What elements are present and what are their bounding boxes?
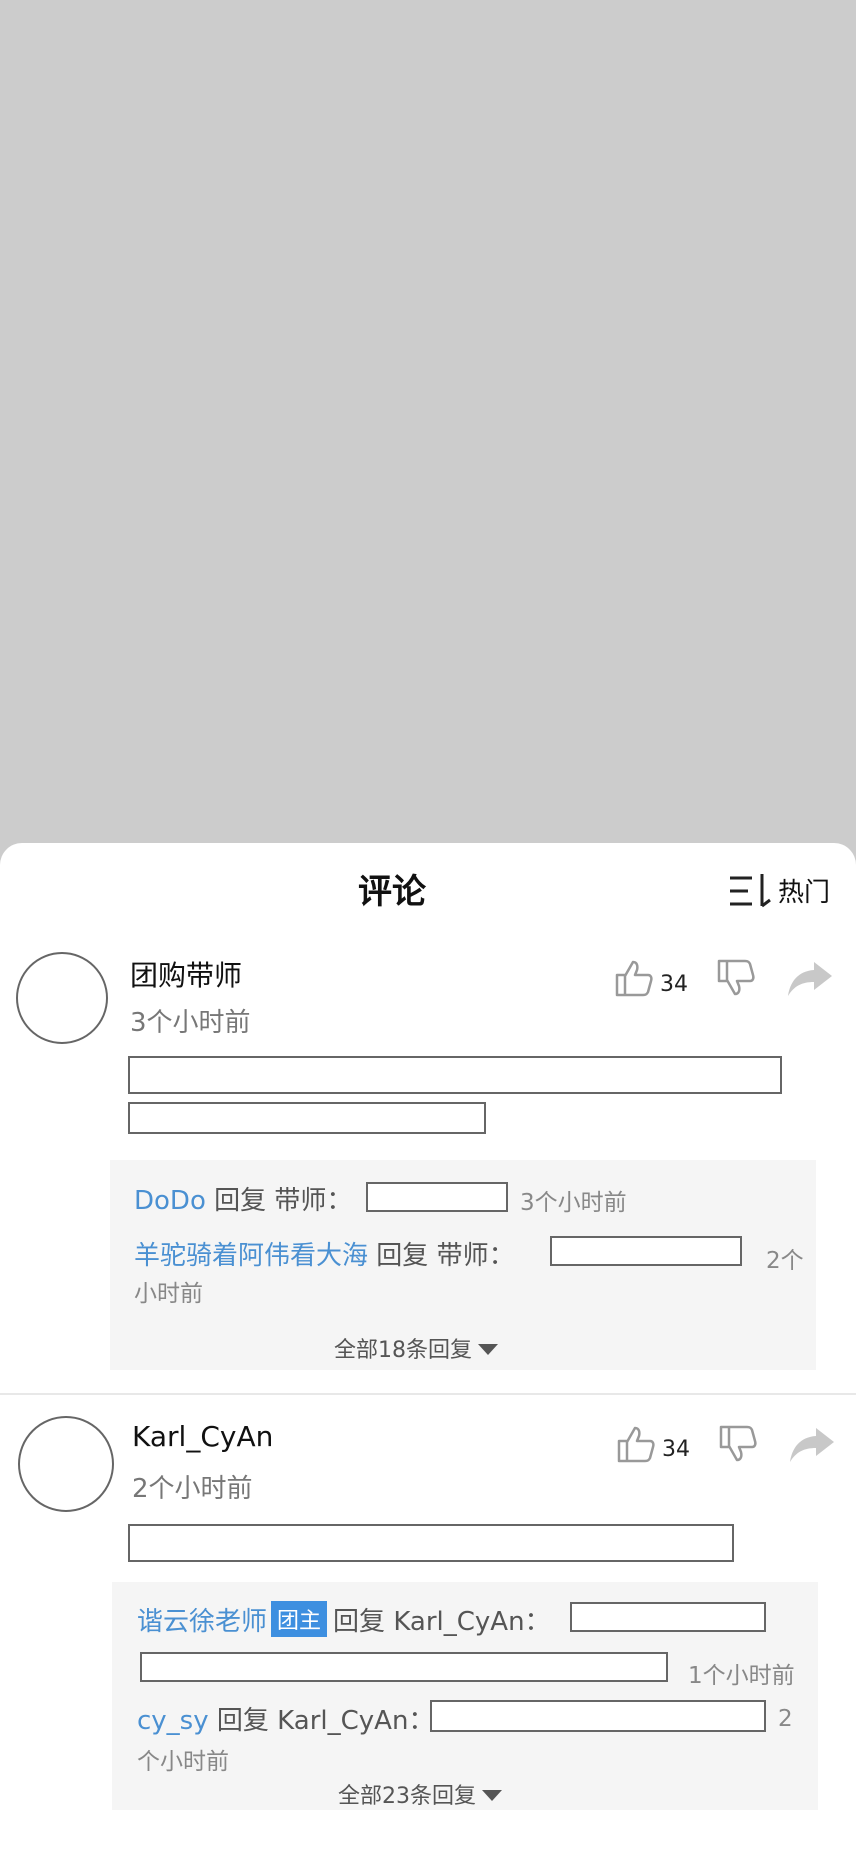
reply-verb: 回复 — [376, 1241, 429, 1271]
sort-hot-label[interactable]: 热门 — [778, 872, 830, 909]
reply-line: 谐云徐老师 团主 回复 Karl_CyAn： — [137, 1601, 551, 1638]
view-all-replies-button[interactable]: 全部18条回复 — [334, 1332, 498, 1364]
reply-verb: 回复 — [216, 1706, 269, 1736]
reply-content-placeholder — [140, 1652, 668, 1682]
reply-content-placeholder — [550, 1236, 742, 1266]
reply-author[interactable]: 羊驼骑着阿伟看大海 — [134, 1241, 368, 1271]
comments-title: 评论 — [358, 872, 426, 912]
comment-divider — [0, 1393, 856, 1395]
sort-icon[interactable] — [728, 872, 772, 910]
reply-time: 个小时前 — [137, 1749, 229, 1775]
caret-down-icon — [478, 1344, 498, 1355]
reply-line: 羊驼骑着阿伟看大海 回复 带师： — [134, 1235, 515, 1272]
reply-target[interactable]: Karl_CyAn： — [277, 1706, 434, 1736]
avatar[interactable] — [18, 1416, 114, 1512]
comment-username[interactable]: Karl_CyAn — [132, 1420, 273, 1453]
reply-content-placeholder — [366, 1182, 508, 1212]
reply-time: 1个小时前 — [688, 1663, 795, 1689]
thumbs-up-icon[interactable] — [614, 958, 654, 998]
caret-down-icon — [482, 1790, 502, 1801]
comment-username[interactable]: 团购带师 — [130, 954, 242, 994]
group-owner-badge: 团主 — [271, 1601, 328, 1637]
reply-author[interactable]: 谐云徐老师 — [137, 1607, 267, 1637]
reply-verb: 回复 — [214, 1186, 267, 1216]
reply-time: 2个 — [766, 1248, 804, 1274]
comment-content-placeholder — [128, 1056, 782, 1094]
reply-target[interactable]: 带师： — [274, 1186, 352, 1216]
avatar[interactable] — [16, 952, 108, 1044]
comment-time: 3个小时前 — [130, 1008, 251, 1038]
reply-target[interactable]: Karl_CyAn： — [393, 1607, 550, 1637]
reply-time: 2 — [778, 1706, 793, 1732]
thumbs-down-icon[interactable] — [716, 958, 756, 998]
share-icon[interactable] — [786, 958, 834, 998]
reply-author[interactable]: cy_sy — [137, 1706, 209, 1736]
reply-author[interactable]: DoDo — [134, 1186, 206, 1216]
reply-time: 3个小时前 — [520, 1190, 627, 1216]
comment-content-placeholder — [128, 1524, 734, 1562]
reply-content-placeholder — [430, 1700, 766, 1732]
view-all-replies-button[interactable]: 全部23条回复 — [338, 1778, 502, 1810]
like-count: 34 — [660, 972, 688, 997]
comment-time: 2个小时前 — [132, 1474, 253, 1504]
comment-content-placeholder — [128, 1102, 486, 1134]
view-all-replies-label: 全部18条回复 — [334, 1338, 472, 1363]
reply-time: 小时前 — [134, 1281, 203, 1307]
like-count: 34 — [662, 1437, 690, 1462]
reply-line: cy_sy 回复 Karl_CyAn： — [137, 1700, 434, 1737]
reply-line: DoDo 回复 带师： — [134, 1180, 352, 1217]
thumbs-down-icon[interactable] — [718, 1424, 758, 1464]
reply-target[interactable]: 带师： — [437, 1241, 515, 1271]
thumbs-up-icon[interactable] — [616, 1424, 656, 1464]
reply-verb: 回复 — [333, 1607, 386, 1637]
reply-content-placeholder — [570, 1602, 766, 1632]
view-all-replies-label: 全部23条回复 — [338, 1784, 476, 1809]
share-icon[interactable] — [788, 1424, 836, 1464]
